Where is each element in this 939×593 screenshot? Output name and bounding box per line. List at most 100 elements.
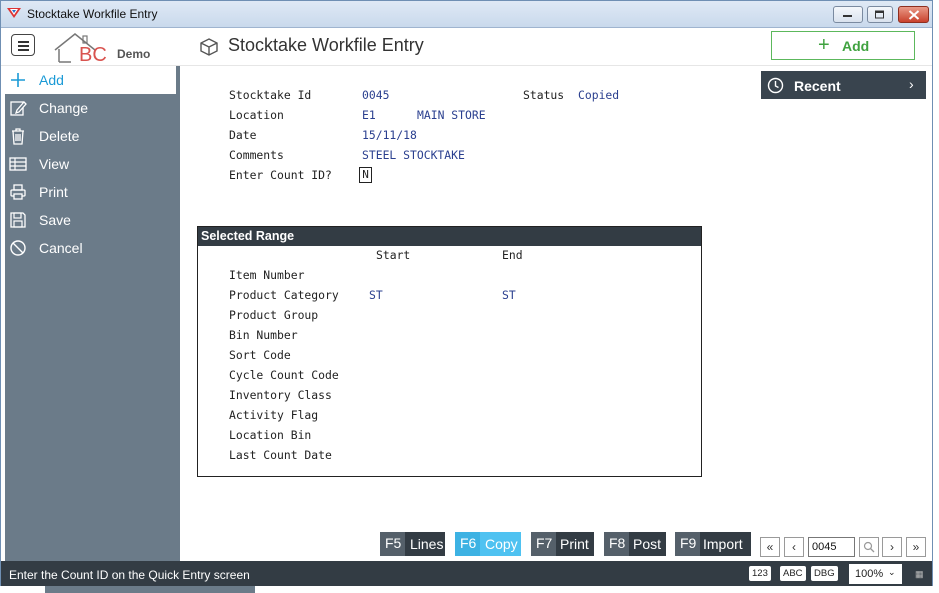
cancel-icon — [10, 240, 26, 256]
count-id-input[interactable]: N — [359, 167, 372, 183]
range-start-header: Start — [376, 248, 411, 262]
printer-icon — [10, 184, 26, 200]
zoom-select[interactable]: 100% ⌄ — [849, 564, 902, 584]
range-row-label: Activity Flag — [229, 408, 319, 422]
sidebar-item-label: Delete — [39, 128, 80, 144]
range-row-label: Inventory Class — [229, 388, 332, 402]
sidebar-item-add[interactable]: Add — [5, 66, 176, 94]
chevron-right-icon: › — [890, 540, 894, 554]
range-row-label: Product Category — [229, 288, 339, 302]
company-logo: BC Demo — [53, 28, 163, 66]
range-end-header: End — [502, 248, 523, 262]
app-header: BC Demo Stocktake Workfile Entry + Add — [1, 28, 932, 66]
sidebar-item-view[interactable]: View — [5, 150, 176, 178]
app-logo-icon — [7, 8, 21, 18]
chevron-right-icon: › — [909, 76, 914, 92]
edit-icon — [10, 101, 27, 116]
minimize-button[interactable] — [833, 6, 863, 23]
range-row-label: Product Group — [229, 308, 319, 322]
resize-grip-icon[interactable]: ▦ — [915, 569, 924, 580]
date-value: 15/11/18 — [362, 128, 417, 142]
background-window-strip — [45, 586, 255, 593]
double-chevron-right-icon: » — [912, 540, 920, 554]
box-icon — [200, 38, 218, 56]
status-value: Copied — [578, 88, 620, 102]
f5-lines-button[interactable]: F5 Lines — [380, 532, 445, 556]
hamburger-menu-button[interactable] — [11, 34, 35, 56]
zoom-value: 100% — [855, 568, 884, 580]
sidebar-item-label: Cancel — [39, 240, 83, 256]
sidebar-item-label: Save — [39, 212, 71, 228]
comments-value: STEEL STOCKTAKE — [362, 148, 465, 162]
maximize-button[interactable] — [867, 6, 893, 23]
range-row-label: Bin Number — [229, 328, 298, 342]
double-chevron-left-icon: « — [766, 540, 774, 554]
search-icon — [863, 541, 875, 553]
recent-panel-toggle[interactable]: Recent › — [761, 71, 926, 99]
sidebar-item-delete[interactable]: Delete — [5, 122, 176, 150]
sidebar-item-save[interactable]: Save — [5, 206, 176, 234]
date-label: Date — [229, 128, 257, 142]
f8-post-button[interactable]: F8 Post — [604, 532, 666, 556]
f6-copy-button[interactable]: F6 Copy — [455, 532, 521, 556]
range-row-start: ST — [369, 288, 383, 302]
location-name: MAIN STORE — [417, 108, 486, 122]
recent-label: Recent — [794, 78, 841, 94]
selected-range-panel: Selected Range Start End Item Number Pro… — [197, 226, 702, 477]
fkey-key: F6 — [455, 532, 481, 556]
numeric-mode-badge[interactable]: 123 — [749, 566, 771, 581]
fkey-label: Post — [633, 536, 662, 552]
fkey-label: Copy — [485, 536, 518, 552]
chevron-down-icon: ⌄ — [888, 567, 896, 577]
alpha-mode-badge[interactable]: ABC — [780, 566, 806, 581]
house-logo-icon: BC — [54, 33, 107, 66]
stocktake-id-value: 0045 — [362, 88, 390, 102]
save-icon — [10, 212, 26, 228]
fkey-key: F7 — [531, 532, 557, 556]
fkey-key: F8 — [604, 532, 630, 556]
location-label: Location — [229, 108, 284, 122]
trash-icon — [12, 128, 24, 145]
last-record-button[interactable]: » — [906, 537, 926, 557]
window-title: Stocktake Workfile Entry — [27, 7, 158, 21]
title-bar: Stocktake Workfile Entry — [1, 1, 932, 28]
fkey-key: F5 — [380, 532, 406, 556]
status-label: Status — [523, 88, 565, 102]
range-row-label: Item Number — [229, 268, 305, 282]
sidebar-item-label: Add — [39, 72, 64, 88]
fkey-label: Lines — [410, 536, 444, 552]
chevron-left-icon: ‹ — [792, 540, 796, 554]
page-title: Stocktake Workfile Entry — [228, 35, 424, 55]
range-row-label: Last Count Date — [229, 448, 332, 462]
search-record-button[interactable] — [859, 537, 879, 557]
close-button[interactable] — [898, 6, 929, 23]
comments-label: Comments — [229, 148, 284, 162]
next-record-button[interactable]: › — [882, 537, 902, 557]
add-button-label: Add — [842, 38, 870, 54]
sidebar-item-print[interactable]: Print — [5, 178, 176, 206]
range-row-label: Sort Code — [229, 348, 291, 362]
fkey-label: Print — [560, 536, 589, 552]
plus-icon: + — [818, 34, 830, 56]
sidebar-item-cancel[interactable]: Cancel — [5, 234, 176, 262]
range-row-label: Location Bin — [229, 428, 312, 442]
f9-import-button[interactable]: F9 Import — [675, 532, 751, 556]
add-button[interactable]: + Add — [771, 31, 915, 60]
range-row-end: ST — [502, 288, 516, 302]
sidebar-item-label: Change — [39, 100, 89, 116]
debug-mode-badge[interactable]: DBG — [811, 566, 838, 581]
first-record-button[interactable]: « — [760, 537, 780, 557]
stocktake-id-label: Stocktake Id — [229, 88, 312, 102]
sidebar-item-change[interactable]: Change — [5, 94, 176, 122]
logo-text: BC — [79, 44, 107, 64]
previous-record-button[interactable]: ‹ — [784, 537, 804, 557]
fkey-label: Import — [703, 536, 743, 552]
location-code: E1 — [362, 108, 376, 122]
clock-icon — [767, 77, 784, 94]
plus-icon — [11, 73, 25, 87]
status-bar: Enter the Count ID on the Quick Entry sc… — [1, 561, 932, 586]
f7-print-button[interactable]: F7 Print — [531, 532, 594, 556]
range-row-label: Cycle Count Code — [229, 368, 339, 382]
selected-range-title: Selected Range — [198, 227, 701, 246]
record-number-input[interactable]: 0045 — [808, 537, 855, 557]
